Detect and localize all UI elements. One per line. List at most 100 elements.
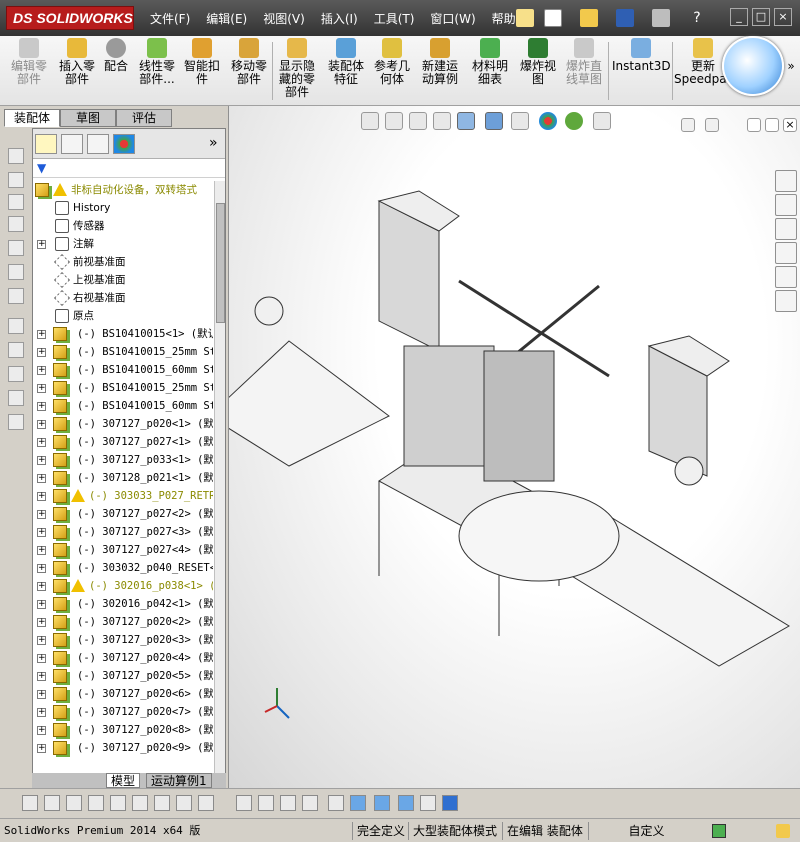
show-hidden-components-button[interactable]: 显示隐藏的零部件 bbox=[274, 38, 320, 99]
feature-manager-tab-icon[interactable] bbox=[35, 134, 57, 154]
tree-item[interactable]: + (-) 307127_p027<1> (默认 bbox=[33, 433, 213, 451]
tree-item[interactable]: 传感器 bbox=[33, 217, 213, 235]
menu-insert[interactable]: 插入(I) bbox=[321, 10, 358, 27]
tree-item[interactable]: + (-) BS10410015_60mm Sta bbox=[33, 361, 213, 379]
close-button[interactable]: × bbox=[774, 8, 792, 26]
tree-item[interactable]: 前视基准面 bbox=[33, 253, 213, 271]
tag-icon[interactable] bbox=[776, 824, 790, 838]
sketch-tool-icon[interactable] bbox=[8, 342, 24, 358]
tree-scrollbar[interactable] bbox=[214, 181, 225, 773]
restore-button[interactable]: □ bbox=[752, 8, 770, 26]
expand-toggle-icon[interactable]: + bbox=[37, 600, 46, 609]
slot-icon[interactable] bbox=[280, 795, 296, 811]
convert-icon[interactable] bbox=[132, 795, 148, 811]
configuration-manager-tab-icon[interactable] bbox=[87, 134, 109, 154]
insert-component-button[interactable]: 插入零部件 bbox=[54, 38, 100, 86]
solidworks-logo[interactable]: DS SOLIDWORKS bbox=[6, 6, 134, 30]
view-box-icon[interactable] bbox=[8, 172, 24, 188]
tree-item[interactable]: 原点 bbox=[33, 307, 213, 325]
point-icon[interactable] bbox=[22, 795, 38, 811]
new-document-icon[interactable] bbox=[544, 9, 562, 27]
expand-toggle-icon[interactable]: + bbox=[37, 510, 46, 519]
save-icon[interactable] bbox=[616, 9, 634, 27]
expand-toggle-icon[interactable]: + bbox=[37, 564, 46, 573]
corner-rectangle-icon[interactable] bbox=[236, 795, 252, 811]
expand-toggle-icon[interactable]: + bbox=[37, 528, 46, 537]
tree-item[interactable]: + (-) 307127_p033<1> (默认 bbox=[33, 451, 213, 469]
assembly-model[interactable] bbox=[229, 106, 800, 788]
tree-item[interactable]: + (-) BS10410015_25mm Sta bbox=[33, 343, 213, 361]
expand-toggle-icon[interactable]: + bbox=[37, 636, 46, 645]
more-commands-icon[interactable]: » bbox=[784, 60, 798, 73]
menu-window[interactable]: 窗口(W) bbox=[430, 10, 475, 27]
expand-toggle-icon[interactable]: + bbox=[37, 744, 46, 753]
expand-toggle-icon[interactable]: + bbox=[37, 708, 46, 717]
tree-item[interactable]: + (-) 307127_p020<8> (默认 bbox=[33, 721, 213, 739]
expand-toggle-icon[interactable]: + bbox=[37, 492, 46, 501]
menu-file[interactable]: 文件(F) bbox=[150, 10, 190, 27]
tab-assembly[interactable]: 装配体 bbox=[4, 109, 60, 127]
line-icon[interactable] bbox=[44, 795, 60, 811]
explode-line-sketch-button[interactable]: 爆炸直线草图 bbox=[562, 38, 606, 86]
coordinate-system-icon[interactable] bbox=[398, 795, 414, 811]
tab-model[interactable]: 模型 bbox=[106, 773, 141, 788]
view-orientation-icon[interactable] bbox=[350, 795, 366, 811]
tree-item[interactable]: 上视基准面 bbox=[33, 271, 213, 289]
dimension-icon[interactable] bbox=[302, 795, 318, 811]
expand-toggle-icon[interactable]: + bbox=[37, 420, 46, 429]
tree-item[interactable]: + (-) BS10410015_25mm Sta bbox=[33, 379, 213, 397]
linear-pattern-button[interactable]: 线性零部件... bbox=[134, 38, 180, 86]
tree-item[interactable]: + (-) 307127_p020<9> (默认 bbox=[33, 739, 213, 757]
sketch-tool-icon[interactable] bbox=[8, 366, 24, 382]
polygon-icon[interactable] bbox=[88, 795, 104, 811]
view-box-icon[interactable] bbox=[8, 288, 24, 304]
tree-item[interactable]: + (-) BS10410015<1> (默认 bbox=[33, 325, 213, 343]
graphics-area[interactable]: × bbox=[228, 106, 800, 788]
tree-root[interactable]: 非标自动化设备，双转塔式 bbox=[33, 181, 213, 199]
menu-tools[interactable]: 工具(T) bbox=[374, 10, 415, 27]
status-check-icon[interactable] bbox=[712, 824, 726, 838]
expand-toggle-icon[interactable]: + bbox=[37, 456, 46, 465]
tree-item[interactable]: + (-) 307127_p020<4> (默认 bbox=[33, 649, 213, 667]
tree-item[interactable]: + (-) 307127_p020<7> (默认 bbox=[33, 703, 213, 721]
new-motion-study-button[interactable]: 新建运动算例 bbox=[418, 38, 462, 86]
offset-icon[interactable] bbox=[154, 795, 170, 811]
expand-toggle-icon[interactable]: + bbox=[37, 438, 46, 447]
expand-toggle-icon[interactable]: + bbox=[37, 726, 46, 735]
tree-item[interactable]: + (-) BS10410015_60mm Sta bbox=[33, 397, 213, 415]
expand-toggle-icon[interactable]: + bbox=[37, 546, 46, 555]
tree-item[interactable]: History bbox=[33, 199, 213, 217]
assembly-features-button[interactable]: 装配体特征 bbox=[324, 38, 368, 86]
tree-filter[interactable]: ▼ bbox=[33, 160, 225, 178]
edit-component-button[interactable]: 编辑零部件 bbox=[6, 38, 52, 86]
trim-icon[interactable] bbox=[110, 795, 126, 811]
open-folder-icon[interactable] bbox=[580, 9, 598, 27]
view-box-icon[interactable] bbox=[8, 216, 24, 232]
tab-motion-study[interactable]: 运动算例1 bbox=[146, 773, 212, 788]
tree-item[interactable]: + (-) 302016_p042<1> (默认 bbox=[33, 595, 213, 613]
display-manager-tab-icon[interactable] bbox=[113, 134, 135, 154]
fillet-icon[interactable] bbox=[198, 795, 214, 811]
reference-geometry-button[interactable]: 参考几何体 bbox=[370, 38, 414, 86]
view-box-icon[interactable] bbox=[8, 148, 24, 164]
sketch-tool-icon[interactable] bbox=[8, 390, 24, 406]
rectangle-icon[interactable] bbox=[258, 795, 274, 811]
tree-item[interactable]: + (-) 307127_p020<3> (默认 bbox=[33, 631, 213, 649]
exploded-view-button[interactable]: 爆炸视图 bbox=[516, 38, 560, 86]
view-box-icon[interactable] bbox=[8, 240, 24, 256]
tree-item[interactable]: + (-) 307127_p027<2> (默认 bbox=[33, 505, 213, 523]
expand-toggle-icon[interactable]: + bbox=[37, 384, 46, 393]
normal-to-icon[interactable] bbox=[374, 795, 390, 811]
shaded-view-icon[interactable] bbox=[442, 795, 458, 811]
isometric-icon[interactable] bbox=[420, 795, 436, 811]
tree-item[interactable]: + (-) 303033_P027_RETR bbox=[33, 487, 213, 505]
expand-toggle-icon[interactable]: + bbox=[37, 474, 46, 483]
sketch-tool-icon[interactable] bbox=[8, 414, 24, 430]
mate-button[interactable]: 配合 bbox=[100, 38, 132, 73]
tree-item[interactable]: + (-) 307127_p027<4> (默认 bbox=[33, 541, 213, 559]
expand-toggle-icon[interactable]: + bbox=[37, 330, 46, 339]
view-box-icon[interactable] bbox=[8, 264, 24, 280]
tree-item[interactable]: 右视基准面 bbox=[33, 289, 213, 307]
bill-of-materials-button[interactable]: 材料明细表 bbox=[468, 38, 512, 86]
smart-fasteners-button[interactable]: 智能扣件 bbox=[180, 38, 224, 86]
